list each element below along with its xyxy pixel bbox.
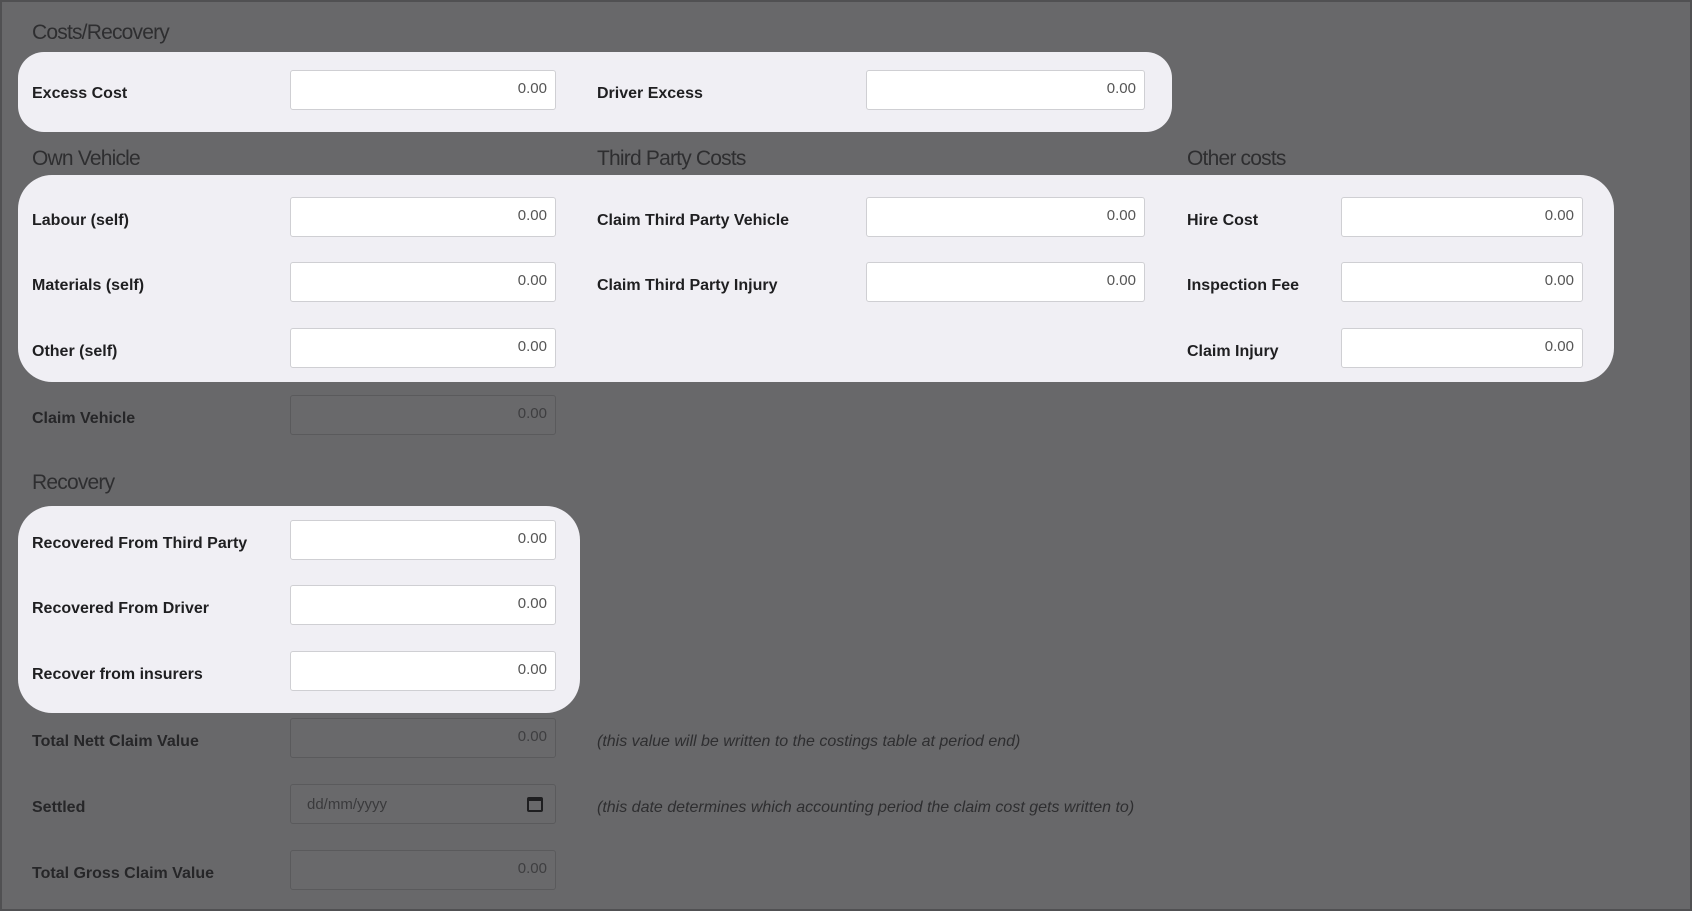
total-nett-claim-value-label: Total Nett Claim Value — [32, 733, 199, 750]
section-title-costs-recovery: Costs/Recovery — [32, 21, 170, 44]
claim-third-party-injury-input[interactable] — [866, 262, 1145, 302]
claim-injury-input[interactable] — [1341, 328, 1583, 368]
settled-date-placeholder: dd/mm/yyyy — [307, 795, 388, 813]
recover-from-insurers-label: Recover from insurers — [32, 666, 203, 683]
section-title-other-costs: Other costs — [1187, 147, 1286, 170]
materials-self-input[interactable] — [290, 262, 556, 302]
driver-excess-label: Driver Excess — [597, 85, 703, 102]
settled-date-input[interactable]: dd/mm/yyyy — [290, 784, 556, 824]
claim-vehicle-label: Claim Vehicle — [32, 410, 136, 427]
settled-note: (this date determines which accounting p… — [597, 799, 1135, 816]
claim-injury-label: Claim Injury — [1187, 343, 1279, 360]
labour-self-input[interactable] — [290, 197, 556, 237]
hire-cost-input[interactable] — [1341, 197, 1583, 237]
recovered-from-driver-input[interactable] — [290, 585, 556, 625]
claim-third-party-vehicle-input[interactable] — [866, 197, 1145, 237]
recovered-from-third-party-label: Recovered From Third Party — [32, 535, 248, 552]
recover-from-insurers-input[interactable] — [290, 651, 556, 691]
labour-self-label: Labour (self) — [32, 212, 129, 229]
excess-cost-input[interactable] — [290, 70, 556, 110]
inspection-fee-label: Inspection Fee — [1187, 277, 1300, 294]
section-title-third-party-costs: Third Party Costs — [597, 147, 746, 170]
total-nett-claim-value-note: (this value will be written to the costi… — [597, 733, 1021, 750]
total-nett-claim-value-input — [290, 718, 556, 758]
section-title-own-vehicle: Own Vehicle — [32, 147, 141, 170]
claim-vehicle-input — [290, 395, 556, 435]
total-gross-claim-value-label: Total Gross Claim Value — [32, 865, 214, 882]
other-self-input[interactable] — [290, 328, 556, 368]
hire-cost-label: Hire Cost — [1187, 212, 1259, 229]
page-frame — [0, 0, 1692, 911]
driver-excess-input[interactable] — [866, 70, 1145, 110]
total-gross-claim-value-input — [290, 850, 556, 890]
claim-third-party-vehicle-label: Claim Third Party Vehicle — [597, 212, 790, 229]
recovered-from-third-party-input[interactable] — [290, 520, 556, 560]
section-title-recovery: Recovery — [32, 471, 115, 494]
calendar-icon[interactable] — [527, 796, 543, 812]
settled-label: Settled — [32, 799, 86, 816]
materials-self-label: Materials (self) — [32, 277, 145, 294]
claim-third-party-injury-label: Claim Third Party Injury — [597, 277, 778, 294]
excess-cost-label: Excess Cost — [32, 85, 128, 102]
inspection-fee-input[interactable] — [1341, 262, 1583, 302]
other-self-label: Other (self) — [32, 343, 118, 360]
recovered-from-driver-label: Recovered From Driver — [32, 600, 209, 617]
